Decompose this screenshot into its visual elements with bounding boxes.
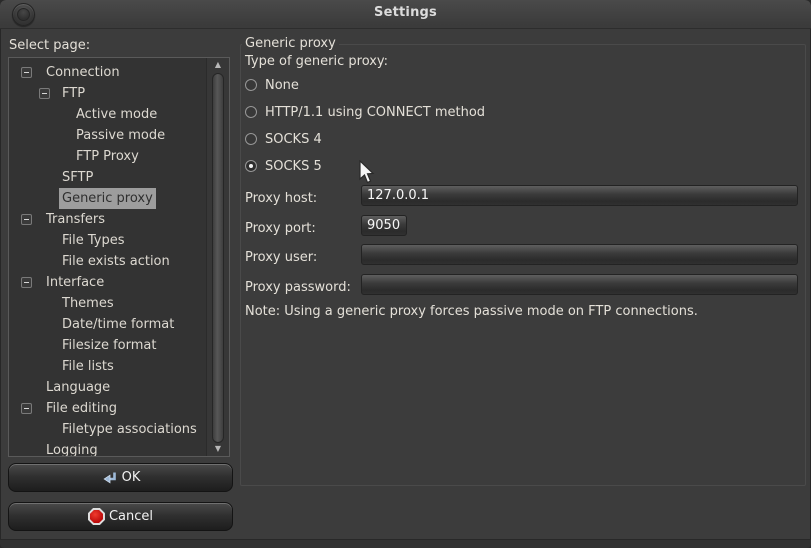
tree-item-label: Language: [43, 377, 113, 398]
radio-icon[interactable]: [245, 133, 257, 145]
select-page-label: Select page:: [9, 38, 90, 53]
tree-item-filetype-associations[interactable]: Filetype associations: [9, 419, 229, 440]
tree-item-label: File exists action: [59, 251, 173, 272]
tree-item-language[interactable]: Language: [9, 377, 229, 398]
tree-item-label: Connection: [43, 62, 123, 83]
proxy-host-label: Proxy host:: [245, 189, 317, 209]
proxy-password-input[interactable]: [361, 274, 798, 295]
proxy-type-label: Type of generic proxy:: [245, 54, 388, 69]
tree-item-label: File lists: [59, 356, 117, 377]
cancel-button-label: Cancel: [109, 509, 153, 524]
tree-item-label: FTP Proxy: [73, 146, 142, 167]
tree-item-label: Filesize format: [59, 335, 159, 356]
proxy-note: Note: Using a generic proxy forces passi…: [245, 304, 698, 319]
tree-item-label: Active mode: [73, 104, 160, 125]
scroll-down-icon[interactable]: ▼: [207, 443, 229, 455]
tree-item-file-exists-action[interactable]: File exists action: [9, 251, 229, 272]
radio-option-label: SOCKS 5: [265, 159, 322, 174]
tree-item-transfers[interactable]: Transfers: [9, 209, 229, 230]
enter-arrow-icon: [101, 470, 118, 486]
tree-item-label: Generic proxy: [59, 188, 156, 209]
proxy-user-label: Proxy user:: [245, 248, 317, 268]
collapse-minus-icon[interactable]: [21, 277, 32, 288]
tree-item-label: File editing: [43, 398, 120, 419]
tree-item-interface[interactable]: Interface: [9, 272, 229, 293]
proxy-port-label: Proxy port:: [245, 219, 316, 239]
window-bottom-edge: [0, 539, 811, 548]
collapse-minus-icon[interactable]: [39, 88, 50, 99]
proxy-password-label: Proxy password:: [245, 278, 351, 298]
radio-option-socks-5[interactable]: SOCKS 5: [245, 157, 322, 177]
stop-icon: [88, 508, 105, 525]
tree-item-file-types[interactable]: File Types: [9, 230, 229, 251]
window-title: Settings: [0, 5, 811, 20]
tree-item-label: Logging: [43, 440, 101, 457]
collapse-minus-icon[interactable]: [21, 403, 32, 414]
tree-item-themes[interactable]: Themes: [9, 293, 229, 314]
radio-option-label: HTTP/1.1 using CONNECT method: [265, 105, 485, 120]
tree-item-date-time-format[interactable]: Date/time format: [9, 314, 229, 335]
tree-item-ftp[interactable]: FTP: [9, 83, 229, 104]
radio-option-socks-4[interactable]: SOCKS 4: [245, 130, 322, 150]
ok-button[interactable]: OK: [8, 463, 233, 492]
tree-item-filesize-format[interactable]: Filesize format: [9, 335, 229, 356]
tree-item-sftp[interactable]: SFTP: [9, 167, 229, 188]
proxy-user-input[interactable]: [361, 244, 798, 265]
radio-selected-icon[interactable]: [245, 160, 257, 172]
tree-item-label: Date/time format: [59, 314, 177, 335]
tree-item-active-mode[interactable]: Active mode: [9, 104, 229, 125]
tree-item-passive-mode[interactable]: Passive mode: [9, 125, 229, 146]
tree-item-label: Filetype associations: [59, 419, 200, 440]
tree-item-file-lists[interactable]: File lists: [9, 356, 229, 377]
radio-option-label: None: [265, 78, 299, 93]
collapse-minus-icon[interactable]: [21, 67, 32, 78]
tree-item-ftp-proxy[interactable]: FTP Proxy: [9, 146, 229, 167]
collapse-minus-icon[interactable]: [21, 214, 32, 225]
tree-item-generic-proxy[interactable]: Generic proxy: [9, 188, 229, 209]
tree-item-logging[interactable]: Logging: [9, 440, 229, 457]
radio-option-http-1-1-using-connect-method[interactable]: HTTP/1.1 using CONNECT method: [245, 103, 485, 123]
radio-option-none[interactable]: None: [245, 76, 299, 96]
tree-scrollbar[interactable]: ▲ ▼: [206, 58, 229, 456]
tree-item-label: Transfers: [43, 209, 108, 230]
ok-button-label: OK: [122, 470, 141, 485]
radio-option-label: SOCKS 4: [265, 132, 322, 147]
tree-item-label: FTP: [59, 83, 88, 104]
tree-item-connection[interactable]: Connection: [9, 62, 229, 83]
proxy-port-input[interactable]: [361, 215, 407, 236]
cancel-button[interactable]: Cancel: [8, 502, 233, 531]
titlebar[interactable]: Settings: [0, 0, 811, 29]
tree-item-label: Interface: [43, 272, 107, 293]
page-tree: ConnectionFTPActive modePassive modeFTP …: [8, 57, 230, 457]
tree-item-label: SFTP: [59, 167, 96, 188]
groupbox-title: Generic proxy: [242, 36, 339, 51]
proxy-host-input[interactable]: [361, 185, 798, 206]
scroll-up-icon[interactable]: ▲: [207, 59, 229, 71]
settings-dialog: Settings Select page: ConnectionFTPActiv…: [0, 0, 811, 548]
tree-item-file-editing[interactable]: File editing: [9, 398, 229, 419]
tree-item-label: Passive mode: [73, 125, 168, 146]
tree-item-label: Themes: [59, 293, 117, 314]
tree-item-label: File Types: [59, 230, 128, 251]
radio-icon[interactable]: [245, 79, 257, 91]
scrollbar-thumb[interactable]: [212, 73, 224, 443]
radio-icon[interactable]: [245, 106, 257, 118]
